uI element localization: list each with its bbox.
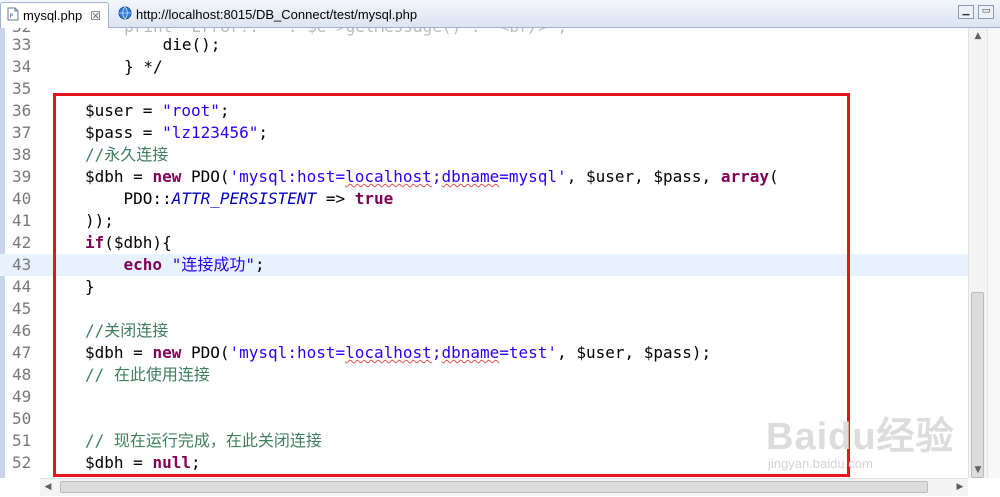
- horizontal-scrollbar[interactable]: ◀ ▶: [40, 478, 968, 496]
- line-number: 42: [12, 233, 32, 252]
- tab-mysql-php[interactable]: P mysql.php ☒: [0, 2, 109, 28]
- gutter-corner: [0, 478, 40, 497]
- line-number: 34: [12, 57, 32, 76]
- line-number: 36: [12, 101, 32, 120]
- code-text: die();: [47, 35, 221, 54]
- scroll-left-icon[interactable]: ◀: [40, 479, 56, 496]
- tab-browser-url[interactable]: http://localhost:8015/DB_Connect/test/my…: [112, 2, 417, 27]
- vertical-scroll-thumb[interactable]: [971, 292, 984, 478]
- line-number: 44: [12, 277, 32, 296]
- line-number: 41: [12, 211, 32, 230]
- scroll-down-icon[interactable]: ▼: [969, 462, 987, 478]
- code-line: 33 die();: [0, 34, 968, 56]
- line-number: 40: [12, 189, 32, 208]
- window-controls: ▁ ▭: [958, 5, 994, 19]
- horizontal-scroll-thumb[interactable]: [60, 481, 928, 493]
- svg-text:P: P: [10, 13, 14, 20]
- line-number: 45: [12, 299, 32, 318]
- line-number: 37: [12, 123, 32, 142]
- line-number: 49: [12, 387, 32, 406]
- scroll-up-icon[interactable]: ▲: [969, 28, 987, 44]
- code-text: } */: [47, 57, 163, 76]
- baidu-watermark: Baidu经验 jingyan.baidu.com: [766, 405, 955, 471]
- line-number: 46: [12, 321, 32, 340]
- maximize-icon[interactable]: ▭: [978, 5, 994, 19]
- line-number: 33: [12, 35, 32, 54]
- line-number: 35: [12, 79, 32, 98]
- tab-label: http://localhost:8015/DB_Connect/test/my…: [136, 7, 418, 22]
- line-number: 47: [12, 343, 32, 362]
- editor-tab-bar: P mysql.php ☒ http://localhost:8015/DB_C…: [0, 0, 1000, 28]
- line-number: 50: [12, 409, 32, 428]
- php-file-icon: P: [7, 7, 19, 24]
- overview-ruler: [987, 28, 1000, 478]
- tab-label: mysql.php: [23, 8, 83, 23]
- line-number: 43: [12, 255, 32, 274]
- minimize-icon[interactable]: ▁: [958, 5, 974, 19]
- code-line: 34 } */: [0, 56, 968, 78]
- scroll-right-icon[interactable]: ▶: [952, 479, 968, 496]
- watermark-title: Baidu经验: [766, 416, 955, 458]
- line-number: 38: [12, 145, 32, 164]
- vertical-scrollbar[interactable]: ▲ ▼: [968, 28, 987, 478]
- globe-icon: [118, 6, 132, 23]
- annotation-highlight-box: [53, 93, 850, 477]
- close-tab-icon[interactable]: ☒: [90, 9, 101, 23]
- line-number: 52: [12, 453, 32, 472]
- line-number: 51: [12, 431, 32, 450]
- line-number: 48: [12, 365, 32, 384]
- line-number: 39: [12, 167, 32, 186]
